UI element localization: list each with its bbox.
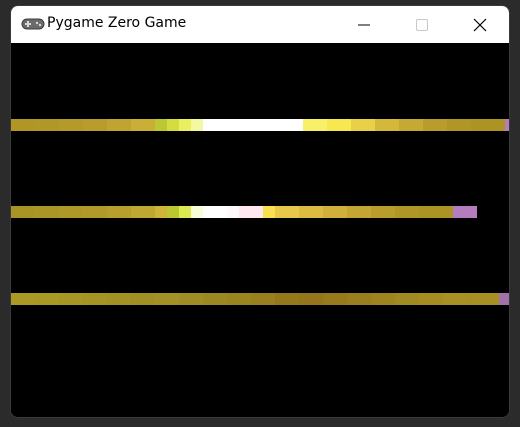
strip-segment (107, 293, 131, 305)
game-canvas[interactable] (11, 43, 509, 417)
strip-segment (167, 206, 179, 218)
strip-segment (275, 293, 299, 305)
strip-segment (395, 293, 419, 305)
strip-segment (299, 206, 323, 218)
strip-segment (303, 119, 327, 131)
strip-segment (35, 293, 59, 305)
strip-end-cap (499, 293, 509, 305)
close-button[interactable] (457, 6, 503, 43)
strip-end-cap (453, 206, 477, 218)
strip-segment (203, 206, 227, 218)
strip-segment (375, 119, 399, 131)
strip-segment (351, 119, 375, 131)
strip-segment (399, 119, 423, 131)
strip-segment (419, 293, 443, 305)
maximize-icon (416, 18, 428, 31)
strip-segment (11, 119, 35, 131)
strip-segment (83, 206, 107, 218)
close-icon (473, 18, 487, 31)
color-strip-1 (11, 119, 509, 131)
strip-end-cap (505, 119, 509, 131)
strip-segment (59, 293, 83, 305)
strip-segment (59, 119, 83, 131)
color-strip-2 (11, 206, 499, 218)
strip-segment (323, 206, 347, 218)
strip-segment (11, 293, 35, 305)
strip-segment (35, 206, 59, 218)
strip-segment (467, 293, 499, 305)
strip-segment (395, 206, 419, 218)
strip-segment (371, 293, 395, 305)
strip-segment (155, 119, 167, 131)
strip-segment (423, 119, 447, 131)
strip-segment (131, 119, 155, 131)
strip-segment (179, 206, 191, 218)
strip-segment (347, 206, 371, 218)
minimize-icon (358, 24, 370, 25)
strip-segment (179, 293, 203, 305)
gamepad-icon (21, 18, 45, 30)
strip-segment (347, 293, 371, 305)
window-title: Pygame Zero Game (47, 15, 187, 31)
strip-segment (155, 293, 179, 305)
strip-segment (239, 206, 263, 218)
strip-segment (35, 119, 59, 131)
minimize-button[interactable] (341, 6, 387, 43)
strip-segment (323, 293, 347, 305)
strip-segment (131, 206, 155, 218)
strip-segment (371, 206, 395, 218)
strip-segment (179, 119, 191, 131)
strip-segment (203, 293, 227, 305)
strip-segment (263, 206, 275, 218)
strip-segment (191, 206, 203, 218)
strip-segment (131, 293, 155, 305)
color-strip-3 (11, 293, 509, 305)
strip-segment (419, 206, 453, 218)
strip-segment (83, 119, 107, 131)
strip-segment (443, 293, 467, 305)
strip-segment (107, 119, 131, 131)
strip-segment (471, 119, 505, 131)
strip-segment (11, 206, 35, 218)
strip-segment (447, 119, 471, 131)
strip-segment (191, 119, 203, 131)
strip-segment (275, 206, 299, 218)
strip-segment (167, 119, 179, 131)
strip-segment (59, 206, 83, 218)
strip-segment (203, 119, 303, 131)
strip-segment (155, 206, 167, 218)
strip-segment (299, 293, 323, 305)
title-bar[interactable]: Pygame Zero Game (11, 6, 509, 43)
maximize-button[interactable] (399, 6, 445, 43)
strip-segment (107, 206, 131, 218)
strip-segment (251, 293, 275, 305)
strip-segment (227, 206, 239, 218)
strip-segment (83, 293, 107, 305)
game-window: Pygame Zero Game (10, 5, 510, 418)
strip-segment (227, 293, 251, 305)
strip-segment (327, 119, 351, 131)
